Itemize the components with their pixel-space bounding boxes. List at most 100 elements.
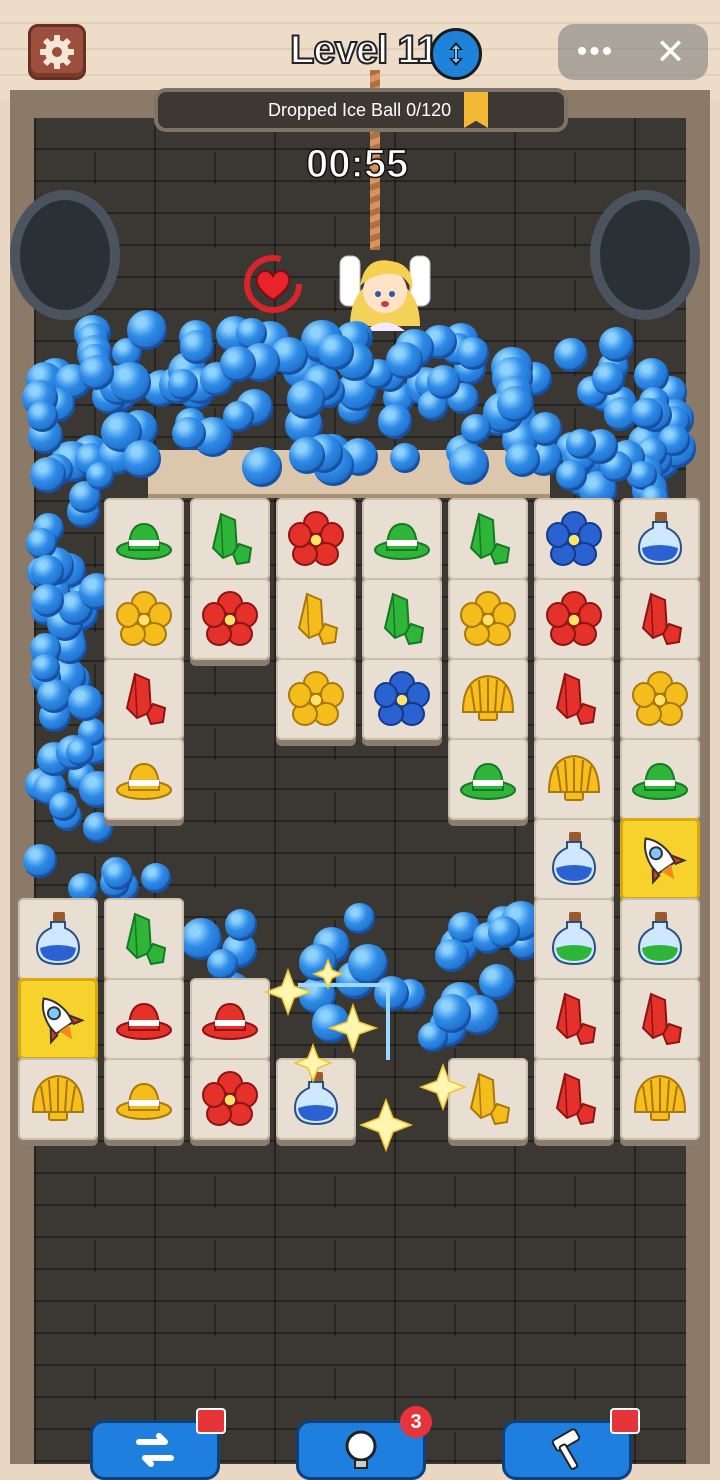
tile-red-flower[interactable]	[190, 578, 270, 660]
ice-ball	[318, 334, 355, 370]
ice-ball	[311, 1004, 351, 1044]
tile-shell[interactable]	[534, 738, 614, 820]
tile-blue-potion[interactable]	[18, 898, 98, 980]
ice-ball	[457, 337, 490, 370]
blue-flower-icon	[546, 511, 602, 566]
tile-blue-potion[interactable]	[534, 818, 614, 900]
ice-ball	[448, 444, 490, 485]
video-ad-icon	[196, 1408, 226, 1434]
ice-ball	[288, 436, 326, 474]
red-gem-icon	[555, 672, 597, 726]
tile-red-gem[interactable]	[534, 978, 614, 1060]
tile-rocket[interactable]	[18, 978, 98, 1060]
yellow-gem-icon	[297, 592, 339, 646]
rocket-icon	[41, 997, 85, 1045]
tile-shell[interactable]	[620, 1058, 700, 1140]
tile-red-flower[interactable]	[534, 578, 614, 660]
tile-green-potion[interactable]	[620, 898, 700, 980]
timer: 00:55	[305, 141, 409, 187]
tile-red-hat[interactable]	[104, 978, 184, 1060]
green-potion-icon	[637, 912, 683, 966]
tile-green-potion[interactable]	[534, 898, 614, 980]
right-pipe	[590, 190, 700, 320]
tile-yellow-flower[interactable]	[448, 578, 528, 660]
tile-green-gem[interactable]	[104, 898, 184, 980]
video-ad-icon	[610, 1408, 640, 1434]
tile-red-flower[interactable]	[190, 1058, 270, 1140]
tile-red-hat[interactable]	[190, 978, 270, 1060]
tile-yellow-flower[interactable]	[620, 658, 700, 740]
ice-ball	[298, 943, 337, 982]
tile-blue-potion[interactable]	[620, 498, 700, 580]
ice-ball	[373, 975, 409, 1011]
blue-potion-icon	[35, 912, 81, 966]
tile-red-flower[interactable]	[276, 498, 356, 580]
yellow-hat-icon	[116, 1082, 172, 1120]
blue-potion-icon	[637, 512, 683, 566]
tile-green-hat[interactable]	[362, 498, 442, 580]
tile-green-gem[interactable]	[190, 498, 270, 580]
tile-rocket[interactable]	[620, 818, 700, 900]
ice-ball	[286, 380, 326, 419]
ice-ball	[67, 685, 104, 721]
ice-ball	[555, 459, 587, 491]
tile-red-gem[interactable]	[620, 578, 700, 660]
red-hat-icon	[116, 1002, 172, 1040]
tile-yellow-flower[interactable]	[276, 658, 356, 740]
tile-red-gem[interactable]	[534, 658, 614, 740]
ice-ball	[385, 341, 423, 379]
ice-ball	[140, 863, 171, 894]
hammer-icon	[551, 1428, 581, 1471]
gear-icon	[40, 35, 74, 69]
ice-ball	[85, 461, 115, 490]
tile-green-hat[interactable]	[448, 738, 528, 820]
ice-ball	[598, 327, 634, 363]
tile-blue-flower[interactable]	[362, 658, 442, 740]
hint-bulb-icon	[345, 1430, 377, 1469]
red-gem-icon	[555, 1072, 597, 1126]
tile-green-gem[interactable]	[362, 578, 442, 660]
ice-ball	[504, 441, 541, 478]
ice-ball	[222, 400, 254, 432]
ice-ball	[65, 737, 94, 766]
ice-ball	[566, 429, 597, 460]
settings-button[interactable]	[28, 24, 86, 80]
tile-yellow-gem[interactable]	[276, 578, 356, 660]
tile-green-gem[interactable]	[448, 498, 528, 580]
ice-ball	[30, 457, 66, 493]
tile-yellow-hat[interactable]	[104, 1058, 184, 1140]
tile-red-gem[interactable]	[104, 658, 184, 740]
yellow-flower-icon	[288, 671, 344, 726]
tile-green-hat[interactable]	[620, 738, 700, 820]
red-gem-icon	[641, 992, 683, 1046]
shell-icon	[547, 754, 601, 801]
tile-green-hat[interactable]	[104, 498, 184, 580]
more-dots-icon[interactable]: •••	[558, 37, 633, 67]
ice-ball	[426, 365, 461, 399]
ice-ball	[219, 345, 256, 383]
yellow-hat-icon	[116, 762, 172, 800]
tile-blue-flower[interactable]	[534, 498, 614, 580]
ice-ball	[348, 943, 389, 984]
tile-yellow-flower[interactable]	[104, 578, 184, 660]
red-gem-icon	[125, 672, 167, 726]
tile-red-gem[interactable]	[534, 1058, 614, 1140]
ice-ball	[432, 994, 472, 1033]
ice-ball	[31, 583, 65, 617]
left-pipe	[10, 190, 120, 320]
tile-shell[interactable]	[448, 658, 528, 740]
heart-icon	[244, 255, 302, 313]
tile-blue-potion[interactable]	[276, 1058, 356, 1140]
green-gem-icon	[211, 512, 253, 566]
level-info-button[interactable]	[430, 28, 482, 80]
red-flower-icon	[288, 511, 344, 566]
ice-ball	[487, 915, 520, 948]
close-icon[interactable]: ✕	[633, 31, 708, 73]
yellow-flower-icon	[116, 591, 172, 646]
tile-yellow-gem[interactable]	[448, 1058, 528, 1140]
tile-shell[interactable]	[18, 1058, 98, 1140]
blue-potion-icon	[293, 1072, 339, 1126]
green-gem-icon	[383, 592, 425, 646]
tile-yellow-hat[interactable]	[104, 738, 184, 820]
tile-red-gem[interactable]	[620, 978, 700, 1060]
